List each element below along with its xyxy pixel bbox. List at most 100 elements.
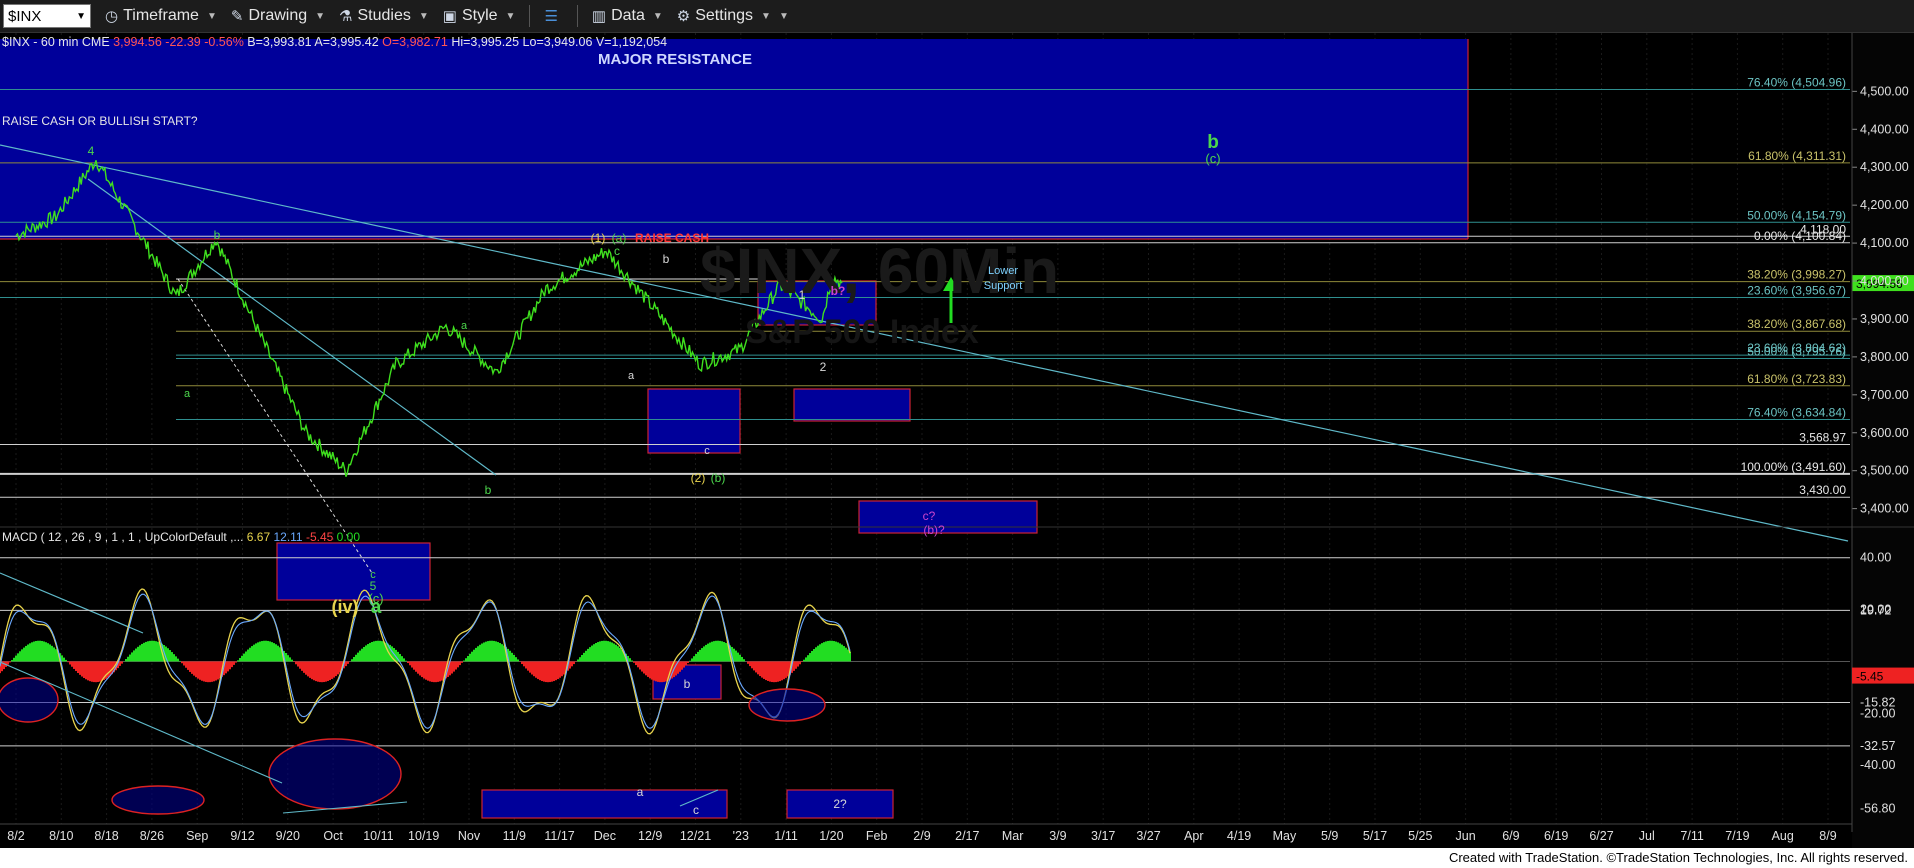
wave-annotation: (iv) [332, 597, 359, 617]
price-axis-label: 3,900.00 [1860, 312, 1909, 326]
macd-legend-value: 6.67 [247, 530, 274, 544]
macd-legend-value: 0.00 [337, 530, 361, 544]
price-axis-label: 3,500.00 [1860, 464, 1909, 478]
macd-ellipse-highlight [748, 688, 826, 722]
toolbar: $INX ▼ ◷ Timeframe ▼ ✎ Drawing ▼ ⚗ Studi… [0, 0, 1914, 33]
time-axis-label: 6/9 [1502, 829, 1519, 843]
time-axis-label: 8/9 [1819, 829, 1836, 843]
macd-legend-value: 12.11 [273, 530, 305, 544]
data-label: Data [611, 7, 645, 24]
wave-annotation: Lower [988, 265, 1018, 277]
time-axis-label: Dec [594, 829, 616, 843]
wave-annotation: b? [831, 284, 846, 298]
header-value: 3,994.56 [113, 35, 165, 49]
fib-level-label: 61.80% (3,723.83) [1747, 372, 1846, 386]
drawing-label: Drawing [248, 7, 308, 24]
time-axis-label: 6/27 [1589, 829, 1613, 843]
wave-annotation: Support [984, 280, 1023, 292]
macd-axis-label: -40.00 [1860, 758, 1895, 772]
macd-last-value: -5.45 [1856, 670, 1884, 684]
time-axis-label: 8/10 [49, 829, 73, 843]
price-axis-label: 4,400.00 [1860, 122, 1909, 136]
studies-menu[interactable]: ⚗ Studies ▼ [339, 7, 429, 25]
wave-annotation: a [184, 388, 191, 400]
fib-level-label: 0.00% (4,100.84) [1754, 229, 1846, 243]
price-axis-label: 3,800.00 [1860, 350, 1909, 364]
time-axis-label: 9/12 [230, 829, 254, 843]
macd-legend: MACD ( 12 , 26 , 9 , 1 , 1 , UpColorDefa… [2, 530, 360, 544]
macd-annotation: a [637, 785, 644, 799]
gear-icon: ⚙ [676, 8, 691, 25]
chevron-down-icon: ▼ [778, 10, 789, 22]
time-axis-label: Oct [323, 829, 343, 843]
macd-legend-value: -5.45 [306, 530, 337, 544]
price-axis-label: 4,500.00 [1860, 84, 1909, 98]
time-axis-label: '23 [733, 829, 749, 843]
symbol-input[interactable]: $INX ▼ [3, 4, 91, 28]
time-axis-label: Sep [186, 829, 208, 843]
time-axis-label: 7/19 [1725, 829, 1749, 843]
macd-ellipse-highlight [111, 785, 205, 815]
layout-button[interactable]: ☰ [544, 7, 562, 25]
wave-annotation: 1 [799, 288, 806, 302]
time-axis-label: Apr [1184, 829, 1203, 843]
time-axis-label: 10/19 [408, 829, 439, 843]
chevron-down-icon: ▼ [315, 10, 326, 22]
wave-annotation: b [485, 483, 492, 497]
header-value: V=1,192,054 [596, 35, 667, 49]
timeframe-label: Timeframe [123, 7, 199, 24]
time-axis-label: 6/19 [1544, 829, 1568, 843]
macd-axis-label: -56.80 [1860, 802, 1895, 816]
macd-axis-label: 20.00 [1860, 603, 1891, 617]
wave-annotation: (1) [591, 231, 606, 245]
time-axis-label: 11/9 [503, 829, 526, 843]
style-menu[interactable]: ▣ Style ▼ [443, 7, 516, 25]
time-axis-label: 1/11 [774, 829, 797, 843]
price-axis-area [1852, 33, 1914, 848]
macd-annotation: c [693, 803, 699, 817]
wave-annotation: (b) [711, 471, 726, 485]
macd-legend-value: MACD ( 12 , 26 , 9 , 1 , 1 , UpColorDefa… [2, 530, 247, 544]
price-axis-label: 4,100.00 [1860, 236, 1909, 250]
chevron-down-icon: ▼ [652, 10, 663, 22]
header-value: A=3,995.42 [314, 35, 382, 49]
time-axis-label: 5/17 [1363, 829, 1387, 843]
wave-annotation: MAJOR RESISTANCE [598, 51, 752, 68]
price-axis-label: 4,300.00 [1860, 160, 1909, 174]
data-menu[interactable]: ▥ Data ▼ [592, 7, 663, 25]
time-axis-label: 5/25 [1408, 829, 1432, 843]
october-low-box [276, 542, 431, 601]
time-axis-label: 5/9 [1321, 829, 1338, 843]
timeframe-menu[interactable]: ◷ Timeframe ▼ [105, 7, 217, 25]
fib-level-label: 50.00% (4,154.79) [1747, 208, 1846, 222]
chevron-down-icon[interactable]: ▼ [76, 11, 86, 22]
fib-level-label: 61.80% (4,311.31) [1748, 149, 1846, 163]
footer-copyright: Created with TradeStation. ©TradeStation… [0, 848, 1914, 868]
fib-level-label: 50.00% (3,795.76) [1747, 344, 1846, 358]
time-axis-label: 9/20 [276, 829, 300, 843]
clock-icon: ◷ [105, 8, 119, 25]
price-axis-label: 4,000.00 [1860, 274, 1909, 288]
time-axis-label: 12/21 [680, 829, 711, 843]
fib-level-label: 23.60% (3,956.67) [1747, 283, 1846, 297]
macd-annotation: b [684, 677, 691, 691]
settings-menu[interactable]: ⚙ Settings ▼ ▼ [677, 7, 789, 25]
header-value: Lo=3,949.06 [523, 35, 596, 49]
macd-ellipse-highlight [268, 738, 402, 810]
time-axis-label: May [1273, 829, 1297, 843]
wave-annotation: 4 [88, 144, 95, 158]
price-axis-label: 4,200.00 [1860, 198, 1909, 212]
studies-label: Studies [357, 7, 411, 24]
chevron-down-icon: ▼ [206, 10, 217, 22]
drawing-menu[interactable]: ✎ Drawing ▼ [231, 7, 325, 25]
header-value: -0.56% [204, 35, 247, 49]
lower-support-box [858, 500, 1038, 534]
wave-2-box [793, 388, 911, 422]
fib-level-label: 76.40% (3,634.84) [1747, 406, 1846, 420]
layout-icon: ☰ [544, 8, 558, 25]
time-axis-label: 3/9 [1049, 829, 1066, 843]
price-chart[interactable]: 3,994.56 3,400.00 3,500.00 3,600.00 3,700.00… [0, 33, 1914, 848]
wave-annotation: (c) [1205, 151, 1220, 166]
wave-annotation: c [614, 244, 620, 258]
time-axis-label: 1/20 [819, 829, 843, 843]
